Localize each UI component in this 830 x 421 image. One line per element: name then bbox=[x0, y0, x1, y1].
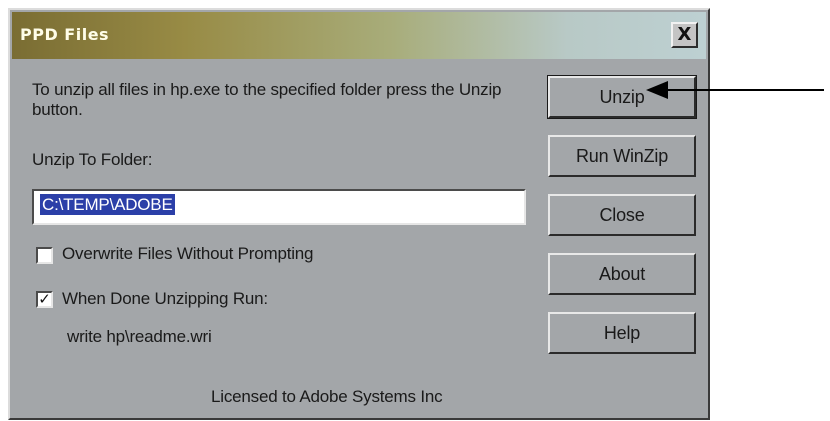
help-button[interactable]: Help bbox=[548, 312, 696, 354]
title-bar[interactable]: PPD Files X bbox=[12, 12, 706, 59]
instructions-text: To unzip all files in hp.exe to the spec… bbox=[32, 80, 502, 119]
overwrite-label: Overwrite Files Without Prompting bbox=[62, 244, 314, 263]
run-file-text: write hp\readme.wri bbox=[67, 327, 212, 346]
folder-path-value: C:\TEMP\ADOBE bbox=[40, 194, 175, 215]
close-window-button[interactable]: X bbox=[671, 22, 698, 48]
dialog-window: PPD Files X To unzip all files in hp.exe… bbox=[8, 8, 710, 420]
about-button[interactable]: About bbox=[548, 253, 696, 295]
close-icon: X bbox=[677, 24, 692, 45]
unzip-folder-input[interactable]: C:\TEMP\ADOBE bbox=[32, 189, 526, 225]
checkmark-icon: ✓ bbox=[38, 290, 51, 308]
unzip-to-folder-label: Unzip To Folder: bbox=[32, 150, 153, 169]
run-winzip-button[interactable]: Run WinZip bbox=[548, 135, 696, 177]
overwrite-checkbox[interactable] bbox=[36, 247, 53, 264]
when-done-label: When Done Unzipping Run: bbox=[62, 289, 268, 308]
license-text: Licensed to Adobe Systems Inc bbox=[211, 387, 443, 406]
close-button[interactable]: Close bbox=[548, 194, 696, 236]
when-done-checkbox[interactable]: ✓ bbox=[36, 291, 53, 308]
unzip-button[interactable]: Unzip bbox=[547, 75, 697, 119]
window-title: PPD Files bbox=[20, 25, 110, 44]
